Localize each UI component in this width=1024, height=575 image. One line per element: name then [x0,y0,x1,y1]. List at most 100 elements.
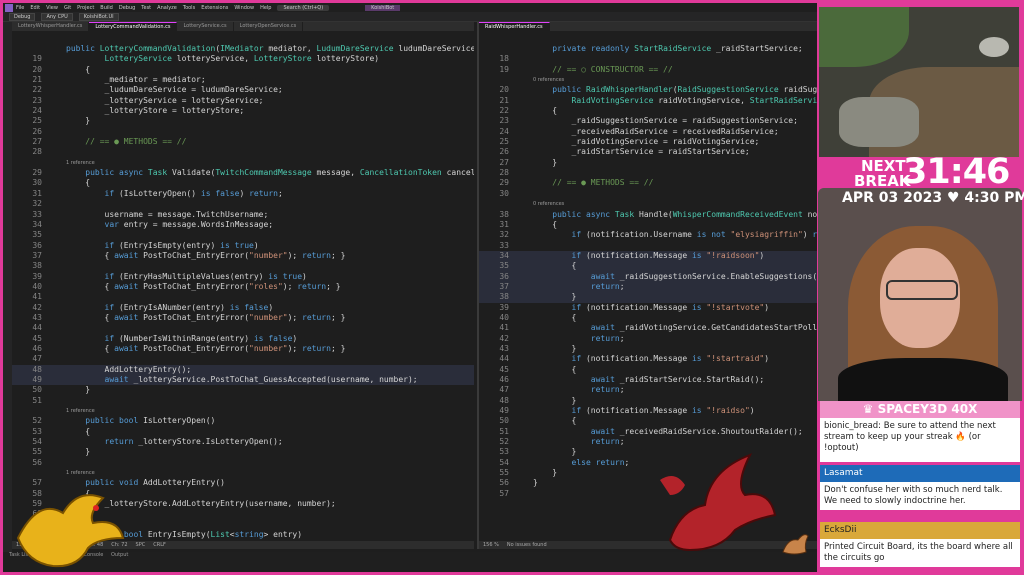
code-line[interactable]: 49 if (notification.Message is "!raidso"… [479,406,825,416]
reference-count[interactable]: 0 references [533,199,564,209]
code-line[interactable]: 48 } [479,396,825,406]
code-text[interactable]: return _lotteryStore.IsLotteryOpen(); [66,437,283,447]
code-line[interactable]: 31 { [479,220,825,230]
menu-git[interactable]: Git [64,5,71,11]
editor-tab[interactable]: LotteryOpenService.cs [234,22,304,31]
code-line[interactable]: 46 { await PostToChat_EntryError("number… [12,344,474,354]
code-text[interactable]: public async Task Validate(TwitchCommand… [66,168,474,178]
menu-window[interactable]: Window [234,5,254,11]
code-text[interactable]: username = message.TwitchUsername; [66,210,269,220]
code-line[interactable]: 33 username = message.TwitchUsername; [12,210,474,220]
code-line[interactable]: 43 } [479,344,825,354]
editor-tab[interactable]: LotteryWhisperHandler.cs [12,22,90,31]
code-text[interactable]: } [66,447,90,457]
menu-debug[interactable]: Debug [119,5,135,11]
code-line[interactable]: 21 RaidVotingService raidVotingService, … [479,96,825,106]
config-dropdown[interactable]: Debug [9,12,36,21]
left-editor[interactable]: LotteryWhisperHandler.cs LotteryCommandVa… [12,22,474,549]
code-line[interactable]: 39 if (EntryHasMultipleValues(entry) is … [12,272,474,282]
code-line[interactable]: 45 { [479,365,825,375]
code-text[interactable]: } [533,158,557,168]
code-line[interactable]: 42 return; [479,334,825,344]
code-text[interactable]: } [533,447,577,457]
code-text[interactable]: _receivedRaidService = receivedRaidServi… [533,127,779,137]
code-line[interactable]: 26 _raidStartService = raidStartService; [479,147,825,157]
code-line[interactable]: 35 { [479,261,825,272]
menu-build[interactable]: Build [100,5,113,11]
code-line[interactable]: 30 [479,189,825,199]
menu-help[interactable]: Help [260,5,271,11]
code-text[interactable]: } [66,116,90,126]
code-text[interactable]: if (notification.Username is not "elysia… [533,230,825,240]
code-text[interactable]: public RaidWhisperHandler(RaidSuggestion… [533,85,825,95]
code-line[interactable]: 22 _ludumDareService = ludumDareService; [12,85,474,95]
code-line[interactable]: 52 return; [479,437,825,447]
menu-edit[interactable]: Edit [30,5,40,11]
right-code-area[interactable]: private readonly StartRaidService _raidS… [479,44,825,499]
code-line[interactable]: 47 [12,354,474,364]
code-line[interactable]: 32 if (notification.Username is not "ely… [479,230,825,240]
code-line[interactable]: 36 if (EntryIsEmpty(entry) is true) [12,241,474,251]
code-text[interactable]: return; [533,282,625,292]
code-text[interactable]: var entry = message.WordsInMessage; [66,220,274,230]
code-line[interactable]: 18 [479,54,825,64]
code-text[interactable]: { [533,365,577,375]
code-line[interactable]: 34 var entry = message.WordsInMessage; [12,220,474,230]
code-text[interactable]: LotteryService lotteryService, LotterySt… [66,54,380,64]
code-text[interactable]: await _lotteryService.PostToChat_GuessAc… [66,375,418,385]
editor-tab[interactable]: LotteryCommandValidation.cs [89,22,178,31]
tool-window-strip[interactable] [3,22,12,552]
run-button[interactable]: KoishiBot.UI [78,12,119,21]
code-text[interactable]: } [66,385,90,395]
menu-file[interactable]: File [16,5,24,11]
code-line[interactable]: 54 return _lotteryStore.IsLotteryOpen(); [12,437,474,447]
code-text[interactable]: await _receivedRaidService.ShoutoutRaide… [533,427,803,437]
code-line[interactable]: 38 public async Task Handle(WhisperComma… [479,210,825,220]
code-line[interactable]: 29 // == ● METHODS == // [479,178,825,188]
code-text[interactable]: { await PostToChat_EntryError("roles"); … [66,282,341,292]
code-line[interactable]: 21 _mediator = mediator; [12,75,474,85]
code-text[interactable]: } [533,478,538,488]
code-line[interactable]: 40 { [479,313,825,323]
code-line[interactable]: 41 [12,292,474,302]
code-text[interactable]: if (EntryIsEmpty(entry) is true) [66,241,259,251]
code-text[interactable]: if (NumberIsWithinRange(entry) is false) [66,334,298,344]
code-text[interactable]: public bool IsLotteryOpen() [66,416,215,426]
code-line[interactable]: public LotteryCommandValidation(IMediato… [12,44,474,54]
code-line[interactable]: 52 public bool IsLotteryOpen() [12,416,474,426]
code-line[interactable]: 27 } [479,158,825,168]
code-line[interactable]: 43 { await PostToChat_EntryError("number… [12,313,474,323]
code-text[interactable]: private readonly StartRaidService _raidS… [533,44,802,54]
menu-tools[interactable]: Tools [183,5,195,11]
code-line[interactable]: 32 [12,199,474,209]
search-input[interactable]: Search (Ctrl+Q) [277,4,330,11]
code-line[interactable]: 20 public RaidWhisperHandler(RaidSuggest… [479,85,825,95]
code-text[interactable]: _raidVotingService = raidVotingService; [533,137,760,147]
code-line[interactable]: 37 { await PostToChat_EntryError("number… [12,251,474,261]
code-line[interactable]: 35 [12,230,474,240]
code-text[interactable]: { [533,261,577,271]
code-text[interactable]: await _raidSuggestionService.EnableSugge… [533,272,825,282]
code-text[interactable]: // == ● METHODS == // [533,178,653,188]
code-line[interactable]: 28 [479,168,825,178]
code-line[interactable]: 50 } [12,385,474,395]
code-text[interactable]: } [533,468,557,478]
code-text[interactable]: { await PostToChat_EntryError("number");… [66,251,346,261]
code-line[interactable]: 51 await _receivedRaidService.ShoutoutRa… [479,427,825,437]
code-line[interactable]: 34 if (notification.Message is "!raidsoo… [479,250,825,262]
code-text[interactable]: else return; [533,458,630,468]
reference-count[interactable]: 1 reference [66,158,95,168]
menu-view[interactable]: View [46,5,58,11]
code-text[interactable]: if (notification.Message is "!raidsoon") [533,251,765,261]
code-text[interactable]: _raidSuggestionService = raidSuggestionS… [533,116,798,126]
code-line[interactable]: 27 // == ● METHODS == // [12,137,474,147]
code-line[interactable]: 38 [12,261,474,271]
code-text[interactable]: _lotteryService = lotteryService; [66,96,264,106]
code-line[interactable]: 24 _receivedRaidService = receivedRaidSe… [479,127,825,137]
code-text[interactable]: { await PostToChat_EntryError("number");… [66,344,346,354]
code-line[interactable]: 25 } [12,116,474,126]
menu-analyze[interactable]: Analyze [157,5,177,11]
code-line[interactable]: 56 [12,458,474,468]
code-line[interactable]: 49 await _lotteryService.PostToChat_Gues… [12,375,474,386]
code-text[interactable]: if (notification.Message is "!startvote"… [533,303,770,313]
